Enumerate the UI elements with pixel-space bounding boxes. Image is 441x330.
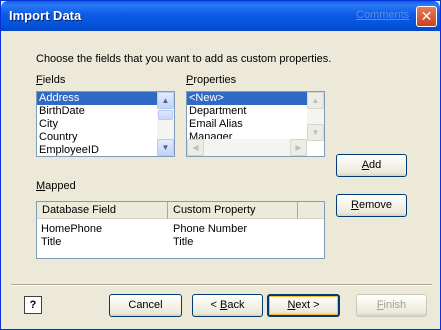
mapped-row[interactable]: Title Title bbox=[37, 236, 324, 249]
comments-link[interactable]: Comments bbox=[356, 9, 409, 21]
mapped-listview[interactable]: Database Field Custom Property HomePhone… bbox=[36, 201, 325, 259]
fields-item[interactable]: Address bbox=[37, 92, 174, 105]
properties-item[interactable]: Email Alias bbox=[187, 118, 324, 131]
fields-vertical-scrollbar[interactable]: ▲ ▼ bbox=[157, 92, 174, 156]
properties-vertical-scrollbar[interactable]: ▲ ▼ bbox=[307, 92, 324, 141]
fields-item[interactable]: Country bbox=[37, 131, 174, 144]
column-header-database-field[interactable]: Database Field bbox=[37, 202, 168, 219]
scroll-left-icon[interactable]: ◀ bbox=[187, 139, 204, 156]
fields-item[interactable]: City bbox=[37, 118, 174, 131]
close-button[interactable]: ✕ bbox=[416, 6, 437, 27]
next-button[interactable]: Next > bbox=[267, 294, 340, 317]
column-header-filler bbox=[298, 202, 324, 219]
fields-item[interactable]: EmployeeID bbox=[37, 144, 174, 156]
scroll-down-icon[interactable]: ▼ bbox=[157, 139, 174, 156]
dialog-title: Import Data bbox=[9, 8, 82, 23]
instruction-text: Choose the fields that you want to add a… bbox=[36, 53, 332, 65]
properties-label: Properties bbox=[186, 74, 237, 86]
mapped-row[interactable]: HomePhone Phone Number bbox=[37, 223, 324, 236]
help-icon: ? bbox=[29, 299, 37, 311]
help-button[interactable]: ? bbox=[24, 296, 42, 314]
back-button[interactable]: < Back bbox=[192, 294, 263, 317]
remove-button[interactable]: Remove bbox=[336, 194, 407, 217]
properties-item[interactable]: <New> bbox=[187, 92, 307, 105]
scroll-down-icon[interactable]: ▼ bbox=[307, 124, 324, 141]
add-button[interactable]: Add bbox=[336, 154, 407, 177]
mapped-row-property: Phone Number bbox=[173, 223, 247, 235]
close-icon: ✕ bbox=[420, 8, 433, 24]
column-header-custom-property[interactable]: Custom Property bbox=[168, 202, 298, 219]
fields-listbox[interactable]: Address BirthDate City Country EmployeeI… bbox=[36, 91, 175, 157]
mapped-label: Mapped bbox=[36, 180, 76, 192]
fields-scroll-thumb[interactable] bbox=[158, 110, 173, 120]
mapped-row-field: Title bbox=[41, 236, 62, 248]
finish-button[interactable]: Finish bbox=[356, 294, 427, 317]
scroll-up-icon[interactable]: ▲ bbox=[157, 92, 174, 109]
fields-item[interactable]: BirthDate bbox=[37, 105, 174, 118]
import-data-dialog: Import Data Comments ✕ Choose the fields… bbox=[0, 0, 441, 330]
mapped-row-field: HomePhone bbox=[41, 223, 103, 235]
cancel-button[interactable]: Cancel bbox=[109, 294, 182, 317]
properties-horizontal-scrollbar[interactable]: ◀ ▶ bbox=[187, 139, 307, 156]
footer-divider bbox=[11, 284, 432, 286]
properties-listbox[interactable]: <New> Department Email Alias Manager ▲ ▼… bbox=[186, 91, 325, 157]
fields-label: Fields bbox=[36, 74, 66, 86]
properties-item[interactable]: Department bbox=[187, 105, 324, 118]
scroll-right-icon[interactable]: ▶ bbox=[290, 139, 307, 156]
title-bar[interactable]: Import Data Comments ✕ bbox=[1, 1, 440, 31]
scroll-up-icon[interactable]: ▲ bbox=[307, 92, 324, 109]
mapped-row-property: Title bbox=[173, 236, 194, 248]
